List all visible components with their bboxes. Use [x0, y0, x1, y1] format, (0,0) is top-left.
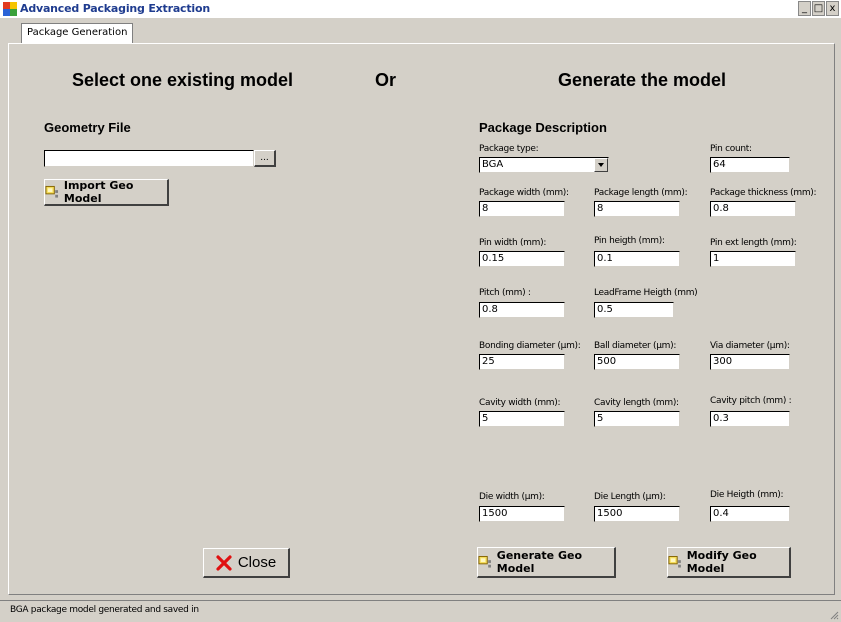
pin-count-input[interactable]: 64	[710, 157, 790, 173]
pin-width-input[interactable]: 0.15	[479, 251, 565, 267]
close-x-icon	[216, 554, 232, 571]
package-length-label: Package length (mm):	[594, 188, 688, 198]
cavity-width-label: Cavity width (mm):	[479, 398, 561, 408]
browse-button[interactable]: ...	[254, 150, 276, 167]
status-bar: BGA package model generated and saved in	[0, 600, 841, 622]
or-label: Or	[375, 70, 397, 90]
die-length-input[interactable]: 1500	[594, 506, 680, 522]
package-length-input[interactable]: 8	[594, 201, 680, 217]
package-type-select[interactable]: BGA	[479, 157, 609, 173]
package-type-value: BGA	[482, 159, 504, 170]
status-text: BGA package model generated and saved in	[10, 605, 199, 615]
pin-ext-length-label: Pin ext length (mm):	[710, 238, 797, 248]
pitch-label: Pitch (mm) :	[479, 288, 531, 298]
die-width-label: Die width (µm):	[479, 492, 545, 502]
package-width-input[interactable]: 8	[479, 201, 565, 217]
geometry-file-label: Geometry File	[44, 120, 131, 135]
pin-ext-length-input[interactable]: 1	[710, 251, 796, 267]
window-title: Advanced Packaging Extraction	[20, 2, 210, 15]
geo-model-icon	[478, 555, 491, 568]
bonding-diameter-label: Bonding diameter (µm):	[479, 341, 581, 351]
pin-width-label: Pin width (mm):	[479, 238, 547, 248]
cavity-length-label: Cavity length (mm):	[594, 398, 679, 408]
leadframe-height-label: LeadFrame Heigth (mm)	[594, 288, 698, 298]
pitch-input[interactable]: 0.8	[479, 302, 565, 318]
geo-model-icon	[668, 556, 681, 568]
title-bar: Advanced Packaging Extraction _ □ x	[0, 0, 841, 18]
close-button-label: Close	[237, 554, 277, 571]
geo-model-icon	[45, 185, 59, 198]
geometry-file-field[interactable]	[44, 150, 254, 167]
package-thickness-input[interactable]: 0.8	[710, 201, 796, 217]
cavity-length-input[interactable]: 5	[594, 411, 680, 427]
ball-diameter-input[interactable]: 500	[594, 354, 680, 370]
via-diameter-label: Via diameter (µm):	[710, 341, 790, 351]
ball-diameter-label: Ball diameter (µm):	[594, 341, 677, 351]
close-button[interactable]: Close	[203, 548, 290, 578]
pin-count-label: Pin count:	[710, 144, 752, 154]
close-window-button[interactable]: x	[826, 1, 839, 16]
generate-geo-model-button[interactable]: Generate Geo Model	[477, 547, 616, 578]
die-height-input[interactable]: 0.4	[710, 506, 790, 522]
cavity-pitch-input[interactable]: 0.3	[710, 411, 790, 427]
app-icon	[3, 2, 17, 16]
tab-package-generation[interactable]: Package Generation	[21, 23, 134, 44]
import-button-label: Import Geo Model	[63, 179, 134, 205]
modify-button-label: Modify Geo Model	[686, 549, 757, 575]
via-diameter-input[interactable]: 300	[710, 354, 790, 370]
import-geo-model-button[interactable]: Import Geo Model	[44, 179, 169, 206]
package-width-label: Package width (mm):	[479, 188, 569, 198]
package-thickness-label: Package thickness (mm):	[710, 188, 817, 198]
pin-height-label: Pin heigth (mm):	[594, 236, 665, 246]
minimize-button[interactable]: _	[798, 1, 811, 16]
maximize-button[interactable]: □	[812, 1, 825, 16]
bonding-diameter-input[interactable]: 25	[479, 354, 565, 370]
geometry-file-input[interactable]	[47, 151, 251, 165]
die-length-label: Die Length (µm):	[594, 492, 666, 502]
left-heading: Select one existing model	[72, 70, 294, 90]
leadframe-height-input[interactable]: 0.5	[594, 302, 674, 318]
cavity-width-input[interactable]: 5	[479, 411, 565, 427]
dropdown-arrow-icon[interactable]	[594, 158, 608, 172]
cavity-pitch-label: Cavity pitch (mm) :	[710, 396, 792, 406]
right-heading: Generate the model	[558, 70, 727, 90]
package-description-label: Package Description	[479, 120, 607, 135]
package-type-label: Package type:	[479, 144, 539, 154]
pin-height-input[interactable]: 0.1	[594, 251, 680, 267]
resize-grip-icon[interactable]	[829, 610, 839, 620]
tab-strip: Package Generation	[0, 18, 841, 44]
die-height-label: Die Heigth (mm):	[710, 490, 784, 500]
modify-geo-model-button[interactable]: Modify Geo Model	[667, 547, 791, 578]
generate-button-label: Generate Geo Model	[496, 549, 583, 575]
die-width-input[interactable]: 1500	[479, 506, 565, 522]
